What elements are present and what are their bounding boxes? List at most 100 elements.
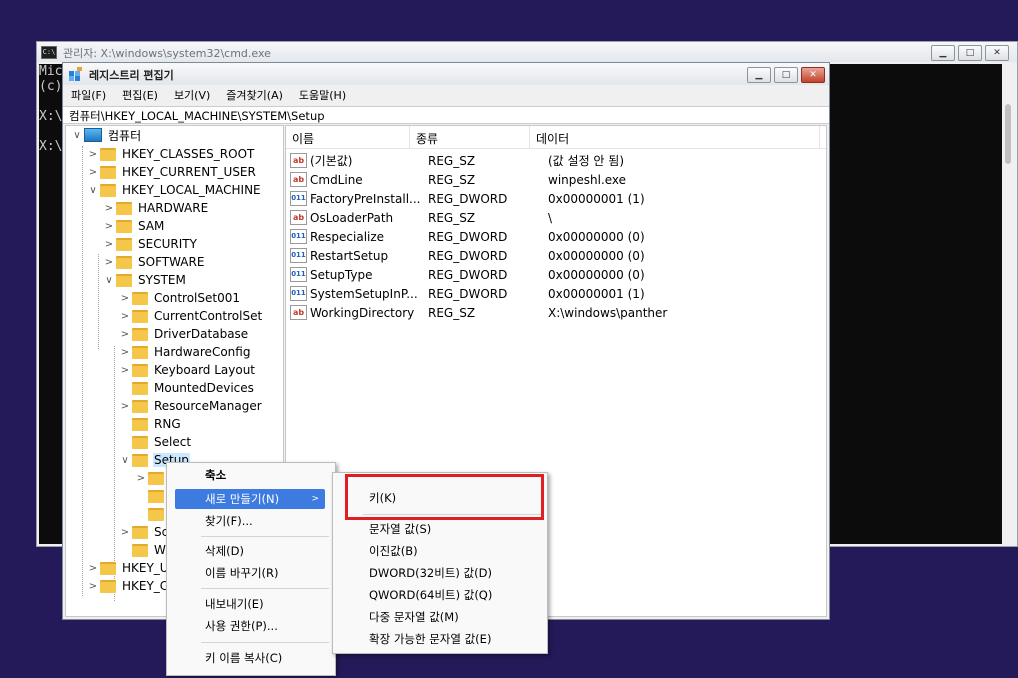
chevron-down-icon[interactable]: ∨	[102, 275, 116, 286]
tree-item-hklm[interactable]: ∨ HKEY_LOCAL_MACHINE	[86, 181, 262, 199]
menu-item-delete[interactable]: 삭제(D)	[167, 541, 335, 561]
regedit-icon	[69, 67, 82, 81]
folder-icon	[116, 237, 132, 251]
menu-item-new-dword[interactable]: DWORD(32비트) 값(D)	[333, 563, 547, 583]
tree-item-mounteddevices[interactable]: MountedDevices	[118, 379, 255, 397]
column-type[interactable]: 종류	[410, 126, 530, 148]
chevron-down-icon[interactable]: ∨	[70, 130, 84, 141]
chevron-right-icon[interactable]: >	[134, 473, 148, 484]
chevron-right-icon[interactable]: >	[102, 239, 116, 250]
tree-item-partial[interactable]: > Sc	[118, 523, 169, 541]
value-row[interactable]: 011 Respecialize REG_DWORD 0x00000000 (0)	[290, 227, 748, 246]
menu-edit[interactable]: 편집(E)	[122, 87, 158, 103]
dword-value-icon: 011	[290, 229, 307, 244]
menu-item-permissions[interactable]: 사용 권한(P)...	[167, 616, 335, 636]
cmd-title: 관리자: X:\windows\system32\cmd.exe	[63, 47, 271, 60]
menu-separator	[201, 588, 329, 589]
tree-item-rng[interactable]: RNG	[118, 415, 182, 433]
chevron-right-icon[interactable]: >	[118, 293, 132, 304]
value-row[interactable]: ab WorkingDirectory REG_SZ X:\windows\panth…	[290, 303, 748, 322]
regedit-title-bar[interactable]: 레지스트리 편집기 ▁ □ ✕	[63, 63, 829, 85]
tree-item-currentcontrolset[interactable]: > CurrentControlSet	[118, 307, 263, 325]
chevron-right-icon[interactable]: >	[86, 167, 100, 178]
chevron-right-icon[interactable]: >	[118, 527, 132, 538]
chevron-right-icon[interactable]: >	[118, 401, 132, 412]
scrollbar-thumb[interactable]	[1005, 104, 1011, 164]
folder-icon	[132, 345, 148, 359]
cmd-window-controls: ▁ □ ✕	[931, 45, 1009, 61]
tree-item-select[interactable]: Select	[118, 433, 192, 451]
folder-icon	[148, 507, 164, 521]
chevron-down-icon[interactable]: ∨	[118, 455, 132, 466]
tree-item-hardwareconfig[interactable]: > HardwareConfig	[118, 343, 251, 361]
address-bar[interactable]: 컴퓨터\HKEY_LOCAL_MACHINE\SYSTEM\Setup	[63, 106, 829, 124]
menu-file[interactable]: 파일(F)	[71, 87, 106, 103]
chevron-down-icon[interactable]: ∨	[86, 185, 100, 196]
cmd-icon: C:\	[41, 46, 57, 59]
chevron-right-icon[interactable]: >	[118, 347, 132, 358]
tree-item-computer[interactable]: ∨ 컴퓨터	[70, 126, 142, 144]
value-row[interactable]: ab CmdLine REG_SZ winpeshl.exe	[290, 170, 748, 189]
chevron-right-icon[interactable]: >	[118, 329, 132, 340]
tree-item-sam[interactable]: > SAM	[102, 217, 165, 235]
menu-item-rename[interactable]: 이름 바꾸기(R)	[167, 563, 335, 583]
cmd-title-bar[interactable]: C:\ 관리자: X:\windows\system32\cmd.exe ▁ □…	[37, 42, 1017, 62]
chevron-right-icon[interactable]: >	[86, 581, 100, 592]
tree-item-setup-child[interactable]	[134, 487, 169, 505]
menu-view[interactable]: 보기(V)	[174, 87, 210, 103]
menu-item-new-multi-string[interactable]: 다중 문자열 값(M)	[333, 607, 547, 627]
menu-item-new-string[interactable]: 문자열 값(S)	[333, 519, 547, 539]
tree-item-setup-child[interactable]: >	[134, 469, 169, 487]
maximize-icon[interactable]: □	[958, 45, 982, 61]
menu-item-collapse[interactable]: 축소	[167, 465, 335, 485]
chevron-right-icon[interactable]: >	[118, 365, 132, 376]
tree-item-driverdatabase[interactable]: > DriverDatabase	[118, 325, 249, 343]
close-icon[interactable]: ✕	[801, 67, 825, 83]
chevron-right-icon[interactable]: >	[102, 203, 116, 214]
menu-help[interactable]: 도움말(H)	[299, 87, 346, 103]
chevron-right-icon[interactable]: >	[118, 311, 132, 322]
value-row[interactable]: ab (기본값) REG_SZ (값 설정 안 됨)	[290, 151, 748, 170]
minimize-icon[interactable]: ▁	[747, 67, 771, 83]
menu-item-export[interactable]: 내보내기(E)	[167, 594, 335, 614]
tree-item-resourcemanager[interactable]: > ResourceManager	[118, 397, 263, 415]
column-data[interactable]: 데이터	[530, 126, 820, 148]
tree-item-hkcc[interactable]: > HKEY_C	[86, 577, 169, 595]
regedit-window-controls: ▁ □ ✕	[747, 67, 825, 83]
menu-item-find[interactable]: 찾기(F)...	[167, 511, 335, 531]
menu-item-new-expand-string[interactable]: 확장 가능한 문자열 값(E)	[333, 629, 547, 649]
menu-item-copy-key-name[interactable]: 키 이름 복사(C)	[167, 648, 335, 668]
column-name[interactable]: 이름	[286, 126, 410, 148]
minimize-icon[interactable]: ▁	[931, 45, 955, 61]
chevron-right-icon[interactable]: >	[102, 221, 116, 232]
tree-item-keyboard-layout[interactable]: > Keyboard Layout	[118, 361, 256, 379]
chevron-right-icon[interactable]: >	[86, 149, 100, 160]
tree-item-security[interactable]: > SECURITY	[102, 235, 198, 253]
value-row[interactable]: 011 SystemSetupInP... REG_DWORD 0x00000001 …	[290, 284, 748, 303]
tree-item-partial[interactable]: W	[118, 541, 167, 559]
tree-item-hku[interactable]: > HKEY_U	[86, 559, 170, 577]
context-menu: 축소 새로 만들기(N) > 찾기(F)... 삭제(D) 이름 바꾸기(R) 내…	[166, 462, 336, 676]
close-icon[interactable]: ✕	[985, 45, 1009, 61]
cmd-scrollbar[interactable]	[1002, 64, 1015, 544]
tree-item-controlset001[interactable]: > ControlSet001	[118, 289, 241, 307]
value-row[interactable]: ab OsLoaderPath REG_SZ \	[290, 208, 748, 227]
menu-item-new-qword[interactable]: QWORD(64비트) 값(Q)	[333, 585, 547, 605]
tree-item-system[interactable]: ∨ SYSTEM	[102, 271, 187, 289]
menu-item-new[interactable]: 새로 만들기(N) >	[175, 489, 325, 509]
value-row[interactable]: 011 RestartSetup REG_DWORD 0x00000000 (0)	[290, 246, 748, 265]
dword-value-icon: 011	[290, 191, 307, 206]
menu-favorites[interactable]: 즐겨찾기(A)	[226, 87, 283, 103]
tree-item-setup-child[interactable]	[134, 505, 169, 523]
menu-item-new-binary[interactable]: 이진값(B)	[333, 541, 547, 561]
tree-item-hkcu[interactable]: > HKEY_CURRENT_USER	[86, 163, 257, 181]
tree-item-hardware[interactable]: > HARDWARE	[102, 199, 209, 217]
tree-item-software[interactable]: > SOFTWARE	[102, 253, 205, 271]
value-row[interactable]: 011 FactoryPreInstall... REG_DWORD 0x000000…	[290, 189, 748, 208]
tree-item-hkcr[interactable]: > HKEY_CLASSES_ROOT	[86, 145, 255, 163]
folder-icon	[100, 165, 116, 179]
value-row[interactable]: 011 SetupType REG_DWORD 0x00000000 (0)	[290, 265, 748, 284]
maximize-icon[interactable]: □	[774, 67, 798, 83]
chevron-right-icon[interactable]: >	[102, 257, 116, 268]
chevron-right-icon[interactable]: >	[86, 563, 100, 574]
